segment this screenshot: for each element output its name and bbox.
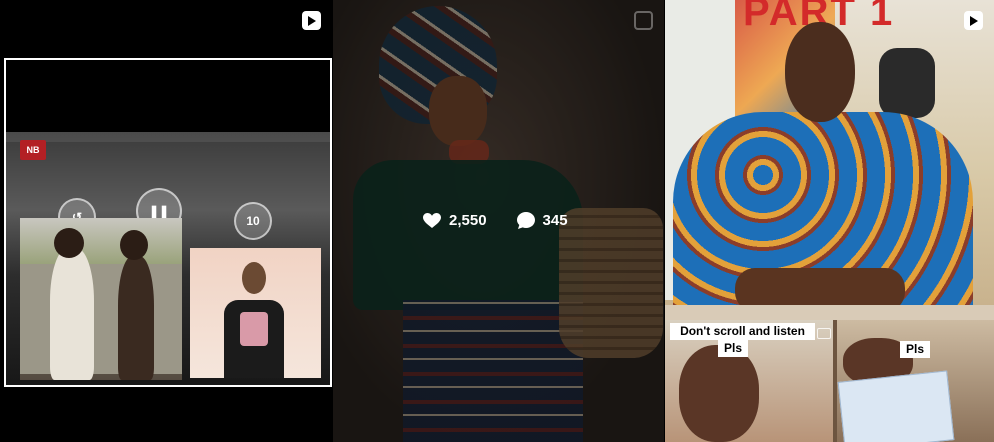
carousel-icon [634,11,653,30]
post-tile-2[interactable]: 2,550 345 [333,0,664,442]
heart-icon [423,212,441,229]
wall [20,264,182,374]
post-tile-1[interactable]: NB ↺ ❚❚ 10 [0,0,332,442]
inset-photo-portrait [190,248,321,378]
chair [879,48,935,118]
camera-icon [817,328,831,339]
portrait-head [242,262,266,294]
person-left [50,248,94,380]
post-stats: 2,550 345 [423,212,568,229]
person-right-head [120,230,148,260]
caption-left-pls: Pls [718,340,749,357]
inset-photo-two-men [20,218,182,380]
post-tile-3[interactable]: PART 1 Don't scroll and listen Pls Pls [665,0,994,442]
woman-face-left [679,345,759,442]
likes-count: 2,550 [449,212,487,229]
reel-icon [302,11,321,30]
video-frame: NB ↺ ❚❚ 10 [4,58,332,387]
comments-count: 345 [542,212,568,229]
shirt-print [240,312,268,346]
man-head [785,22,855,122]
comments-stat: 345 [516,212,568,229]
scene-band [6,132,330,142]
person-right [118,256,154,380]
person-left-head [54,228,84,258]
forward-10-icon: 10 [234,202,272,240]
reel-icon [964,11,983,30]
likes-stat: 2,550 [423,212,487,229]
profile-posts-grid: NB ↺ ❚❚ 10 2,550 345 PART 1 Don't scroll… [0,0,994,442]
caption-left: Don't scroll and listen [670,323,815,340]
channel-logo: NB [20,140,46,160]
comment-icon [516,212,535,229]
caption-right: Pls [900,341,931,358]
held-card [837,370,955,442]
